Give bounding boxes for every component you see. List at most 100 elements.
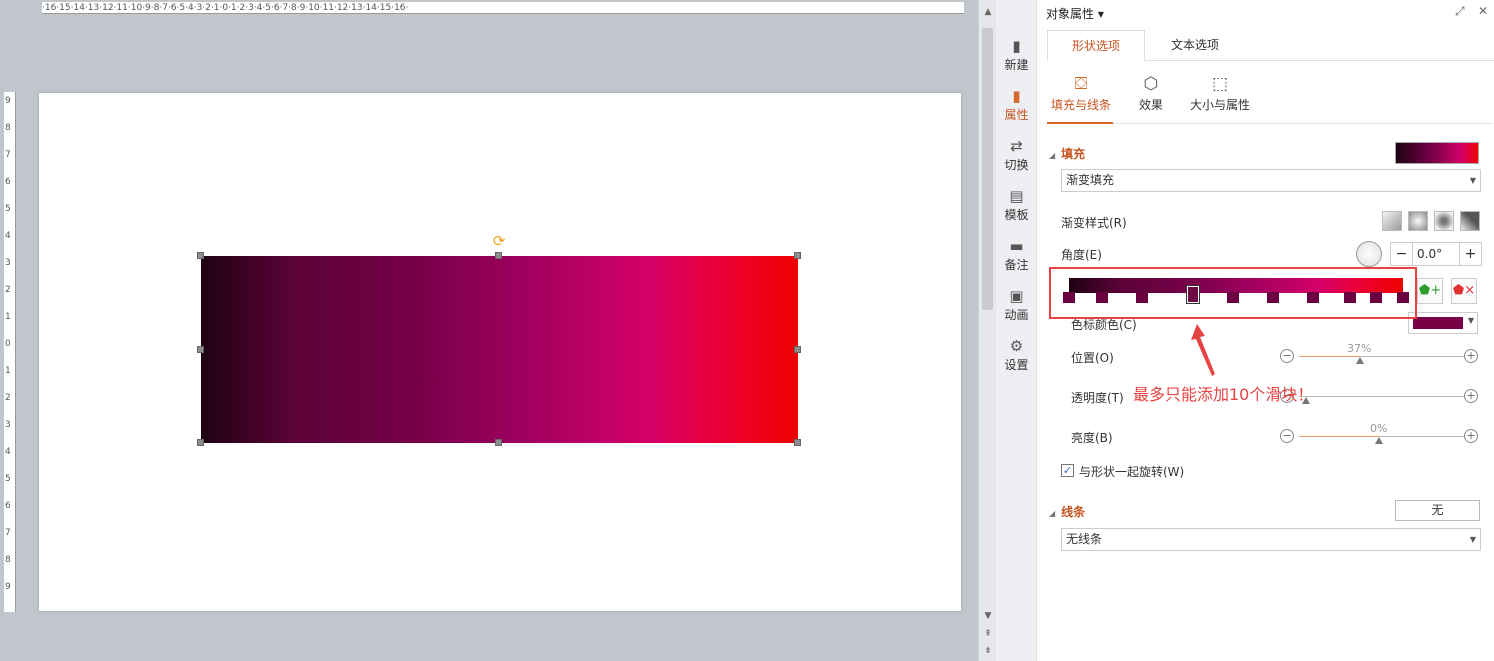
sidebar-item-label: 动画 bbox=[1004, 308, 1029, 322]
brightness-value: 0% bbox=[1370, 422, 1388, 435]
add-gradient-stop-button[interactable]: ⬟+ bbox=[1417, 278, 1443, 304]
line-section-header[interactable]: ◢ 线条 bbox=[1049, 503, 1085, 520]
ruler-tick: 3 bbox=[5, 420, 11, 430]
brightness-decrease-icon[interactable]: − bbox=[1280, 429, 1294, 443]
angle-dial-icon[interactable] bbox=[1356, 241, 1382, 267]
object-properties-panel: 对象属性 ▾ ⤢ ✕ 形状选项 文本选项 ⛋ 填充与线条 ⬡ 效果 ⬚ 大小与属… bbox=[1037, 0, 1494, 661]
transparency-increase-icon[interactable]: + bbox=[1464, 389, 1478, 403]
vertical-scrollbar[interactable]: ▲ ▼ ⇞ ⇟ bbox=[978, 0, 996, 661]
resize-handle-tr[interactable] bbox=[794, 252, 801, 259]
sidebar-item-settings[interactable]: ⚙ 设置 bbox=[996, 336, 1037, 382]
ruler-tick: 2 bbox=[5, 393, 11, 403]
resize-handle-br[interactable] bbox=[794, 439, 801, 446]
resize-handle-l[interactable] bbox=[197, 346, 204, 353]
subtab-effects[interactable]: ⬡ 效果 bbox=[1133, 72, 1169, 113]
gradient-rectangle-shape[interactable] bbox=[201, 256, 798, 443]
stop-color-swatch bbox=[1413, 317, 1463, 329]
resize-handle-r[interactable] bbox=[794, 346, 801, 353]
next-slide-icon[interactable]: ⇟ bbox=[981, 645, 995, 657]
sidebar-item-label: 备注 bbox=[1004, 258, 1029, 272]
chevron-down-icon: ▼ bbox=[1469, 176, 1476, 185]
sidebar-item-animation[interactable]: ▣ 动画 bbox=[996, 286, 1037, 332]
gradient-style-radial-icon[interactable] bbox=[1408, 211, 1428, 231]
gradient-style-linear-icon[interactable] bbox=[1382, 211, 1402, 231]
animation-icon: ▣ bbox=[1009, 287, 1024, 305]
dotted-box-icon: ⬚ bbox=[1211, 74, 1229, 94]
scroll-up-icon[interactable]: ▲ bbox=[981, 6, 995, 18]
tab-bar: 形状选项 文本选项 bbox=[1047, 30, 1494, 61]
position-decrease-icon[interactable]: − bbox=[1280, 349, 1294, 363]
position-slider-thumb[interactable] bbox=[1356, 357, 1364, 364]
task-pane-sidebar: ▮ 新建 ▮ 属性 ⇄ 切换 ▤ 模板 ▬ 备注 ▣ 动画 ⚙ 设置 bbox=[996, 0, 1037, 661]
position-increase-icon[interactable]: + bbox=[1464, 349, 1478, 363]
stop-color-picker[interactable]: ▼ bbox=[1408, 312, 1478, 334]
fill-type-select[interactable]: 渐变填充 ▼ bbox=[1061, 169, 1481, 192]
gradient-style-rectangular-icon[interactable] bbox=[1434, 211, 1454, 231]
settings-icon: ⚙ bbox=[1009, 337, 1024, 355]
gradient-style-label: 渐变样式(R) bbox=[1061, 216, 1127, 230]
subtab-label: 效果 bbox=[1138, 98, 1163, 112]
properties-icon: ▮ bbox=[1012, 87, 1021, 105]
sidebar-item-label: 属性 bbox=[1004, 108, 1029, 122]
increase-angle-button[interactable]: + bbox=[1459, 243, 1481, 265]
brightness-increase-icon[interactable]: + bbox=[1464, 429, 1478, 443]
fill-section-header[interactable]: ◢ 填充 bbox=[1049, 145, 1085, 162]
sidebar-item-label: 模板 bbox=[1004, 208, 1029, 222]
sidebar-item-properties[interactable]: ▮ 属性 bbox=[996, 86, 1037, 132]
resize-handle-tl[interactable] bbox=[197, 252, 204, 259]
cube-icon: ⬡ bbox=[1143, 74, 1159, 94]
annotation-highlight-box bbox=[1049, 267, 1417, 319]
gradient-style-path-icon[interactable] bbox=[1460, 211, 1480, 231]
remove-stop-icon: ⬟× bbox=[1452, 283, 1476, 298]
close-icon[interactable]: ✕ bbox=[1478, 4, 1488, 18]
horizontal-ruler: ·16·15·14·13·12·11·10·9·8·7·6·5·4·3·2·1·… bbox=[42, 2, 964, 14]
brightness-slider-thumb[interactable] bbox=[1375, 437, 1383, 444]
line-type-select[interactable]: 无线条 ▼ bbox=[1061, 528, 1481, 551]
ruler-tick: 9 bbox=[5, 96, 11, 106]
rotate-with-shape-label: 与形状一起旋转(W) bbox=[1079, 465, 1185, 479]
decrease-angle-button[interactable]: − bbox=[1391, 243, 1413, 265]
resize-handle-bl[interactable] bbox=[197, 439, 204, 446]
sidebar-item-template[interactable]: ▤ 模板 bbox=[996, 186, 1037, 232]
rotate-with-shape-checkbox[interactable]: ✓ bbox=[1061, 464, 1074, 477]
transparency-slider[interactable] bbox=[1299, 396, 1465, 397]
ruler-tick: 6 bbox=[5, 501, 11, 511]
sidebar-item-label: 切换 bbox=[1004, 158, 1029, 172]
resize-handle-t[interactable] bbox=[495, 252, 502, 259]
remove-gradient-stop-button[interactable]: ⬟× bbox=[1451, 278, 1477, 304]
ruler-tick: 5 bbox=[5, 204, 11, 214]
resize-handle-b[interactable] bbox=[495, 439, 502, 446]
annotation-arrow-icon bbox=[1191, 324, 1215, 376]
panel-title[interactable]: 对象属性 ▾ bbox=[1046, 5, 1104, 22]
active-subtab-indicator bbox=[1047, 122, 1113, 124]
tab-text-options[interactable]: 文本选项 bbox=[1147, 30, 1243, 61]
subtab-size-and-properties[interactable]: ⬚ 大小与属性 bbox=[1187, 72, 1253, 113]
chevron-down-icon: ▼ bbox=[1469, 535, 1476, 544]
brightness-slider-fill bbox=[1299, 436, 1379, 437]
angle-label: 角度(E) bbox=[1061, 248, 1102, 262]
sidebar-item-label: 设置 bbox=[1004, 358, 1029, 372]
line-color-button[interactable]: 无 bbox=[1395, 500, 1480, 521]
subtab-label: 填充与线条 bbox=[1050, 98, 1111, 112]
undock-icon[interactable]: ⤢ bbox=[1455, 4, 1465, 19]
sidebar-item-transition[interactable]: ⇄ 切换 bbox=[996, 136, 1037, 182]
angle-stepper: − 0.0° + bbox=[1390, 242, 1482, 266]
subtab-label: 大小与属性 bbox=[1189, 98, 1250, 112]
fill-color-preview[interactable] bbox=[1395, 142, 1479, 164]
sidebar-item-notes[interactable]: ▬ 备注 bbox=[996, 236, 1037, 282]
ruler-tick: 6 bbox=[5, 177, 11, 187]
subtab-fill-and-line[interactable]: ⛋ 填充与线条 bbox=[1049, 72, 1113, 113]
add-stop-icon: ⬟+ bbox=[1418, 283, 1442, 298]
scroll-down-icon[interactable]: ▼ bbox=[981, 610, 995, 622]
position-value: 37% bbox=[1347, 342, 1372, 355]
tab-shape-options[interactable]: 形状选项 bbox=[1047, 30, 1145, 61]
angle-value-input[interactable]: 0.0° bbox=[1417, 247, 1442, 261]
ruler-tick: 1 bbox=[5, 366, 11, 376]
scrollbar-thumb[interactable] bbox=[982, 28, 993, 310]
ruler-tick: 0 bbox=[5, 339, 11, 349]
sidebar-item-new[interactable]: ▮ 新建 bbox=[996, 36, 1037, 82]
ruler-tick: 3 bbox=[5, 258, 11, 268]
prev-slide-icon[interactable]: ⇞ bbox=[981, 628, 995, 640]
position-label: 位置(O) bbox=[1071, 351, 1114, 365]
rotate-handle-icon[interactable]: ⟳ bbox=[490, 232, 508, 250]
